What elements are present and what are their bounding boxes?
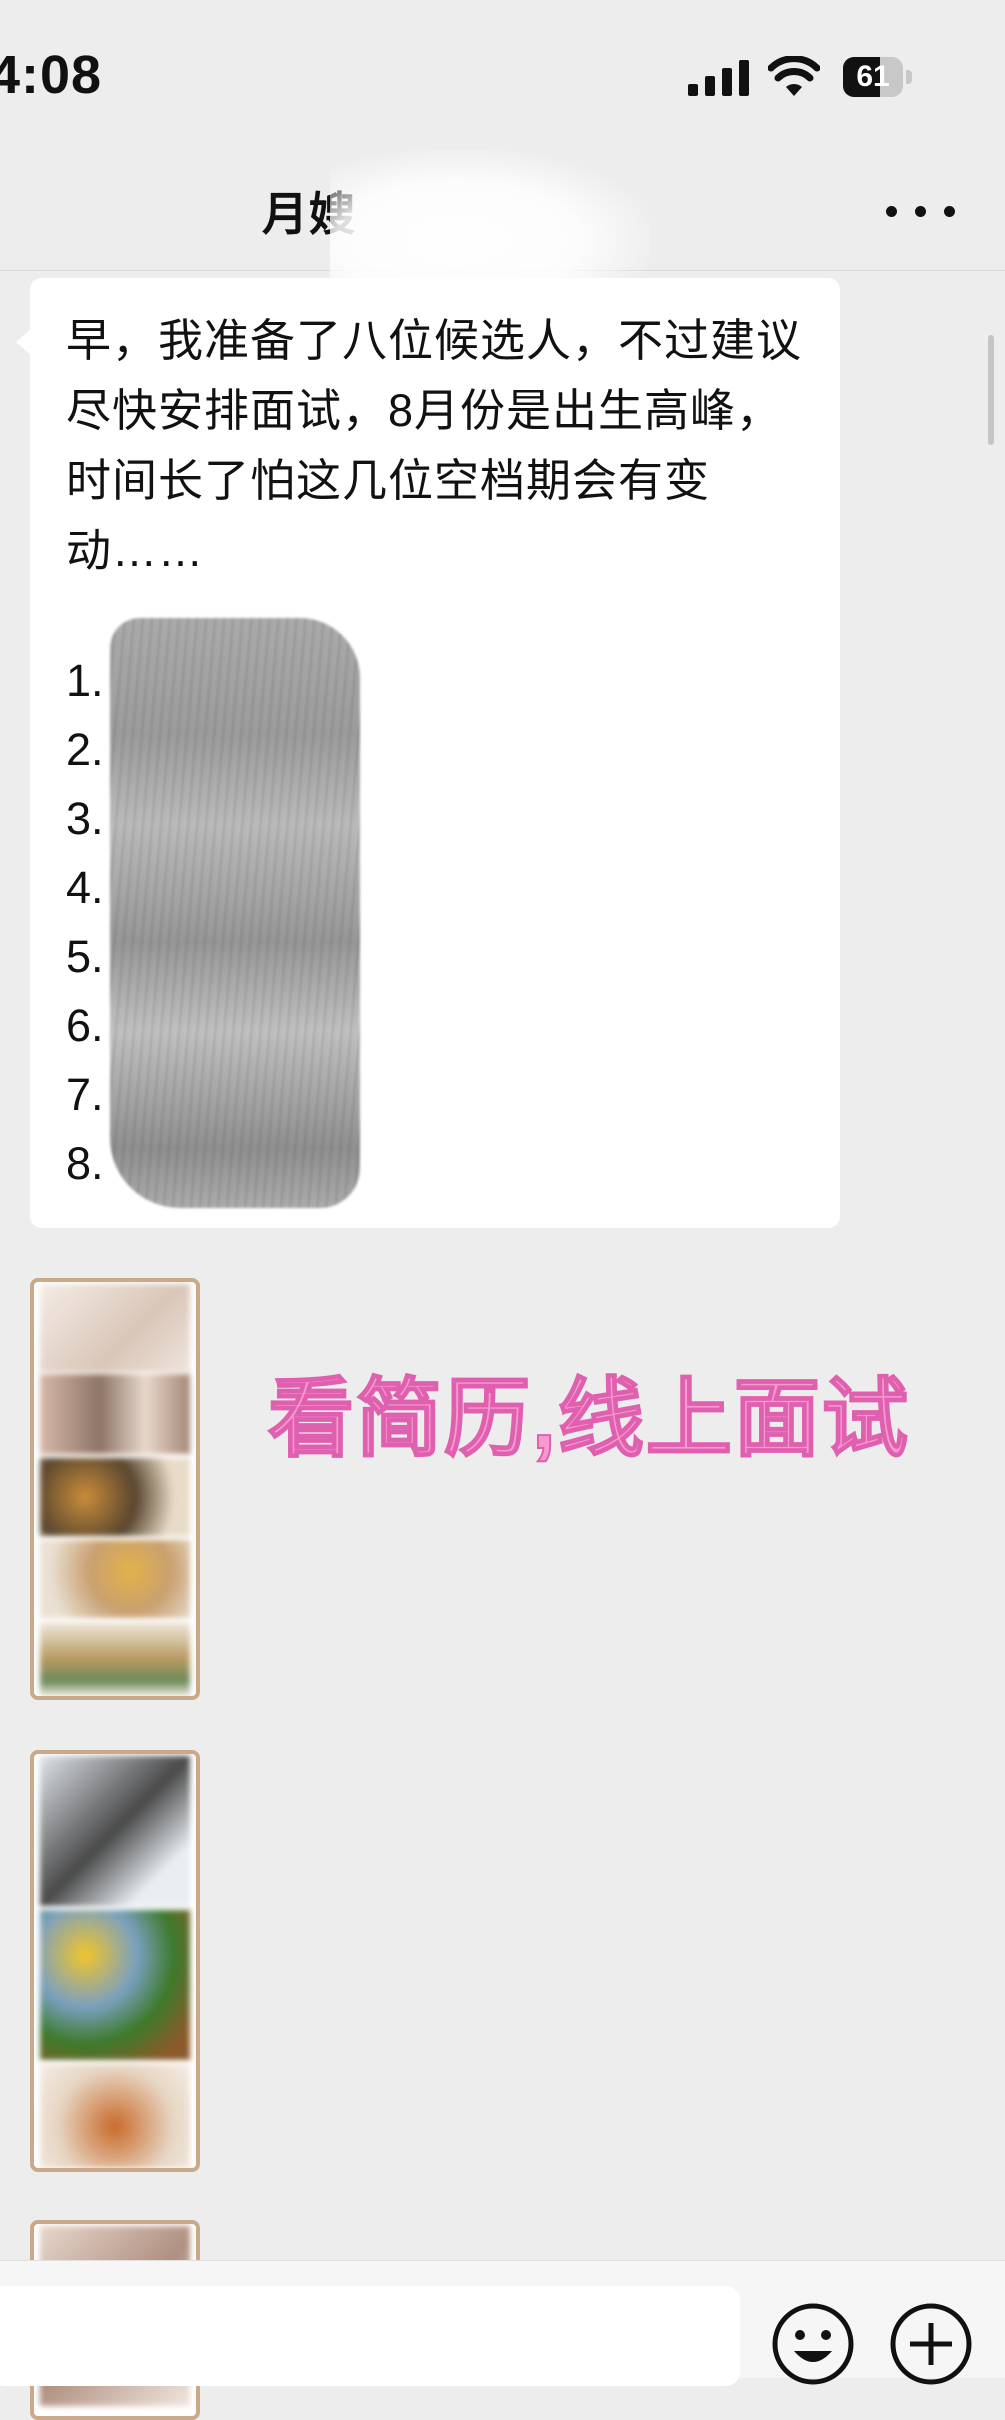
message-bubble[interactable]: 早，我准备了八位候选人，不过建议尽快安排面试，8月份是出生高峰，时间长了怕这几位… [16,278,840,1228]
cellular-signal-icon [688,60,749,96]
plus-icon[interactable] [888,2301,974,2387]
list-item: 7. [66,1069,104,1120]
resume-image-1[interactable] [30,1278,200,1700]
list-item: 5. [66,931,104,982]
list-item: 4. [66,862,104,913]
wifi-icon [768,56,820,96]
status-time: 4:08 [0,45,103,105]
battery-icon: 61 [843,57,913,97]
message-text: 早，我准备了八位候选人，不过建议尽快安排面试，8月份是出生高峰，时间长了怕这几位… [66,315,803,576]
list-item: 8. [66,1138,104,1189]
list-item: 6. [66,1000,104,1051]
privacy-scribble [110,618,360,1208]
scrollbar[interactable] [988,335,994,445]
list-item: 3. [66,793,104,844]
emoji-icon[interactable] [770,2301,856,2387]
input-bar [0,2260,1005,2386]
chat-header: 月嫂 [0,150,1005,330]
resume-image-2[interactable] [30,1750,200,2172]
list-item: 2. [66,724,104,775]
candidate-list: 1. 2. 3. 4. 5. 6. 7. 8. [66,646,104,1198]
battery-level: 61 [856,60,890,93]
annotation-text: 看简历,线上面试 [267,1370,910,1468]
list-item: 1. [66,655,104,706]
status-bar: 4:08 61 [0,0,1005,150]
message-input[interactable] [0,2286,740,2386]
more-options-button[interactable] [886,190,956,230]
